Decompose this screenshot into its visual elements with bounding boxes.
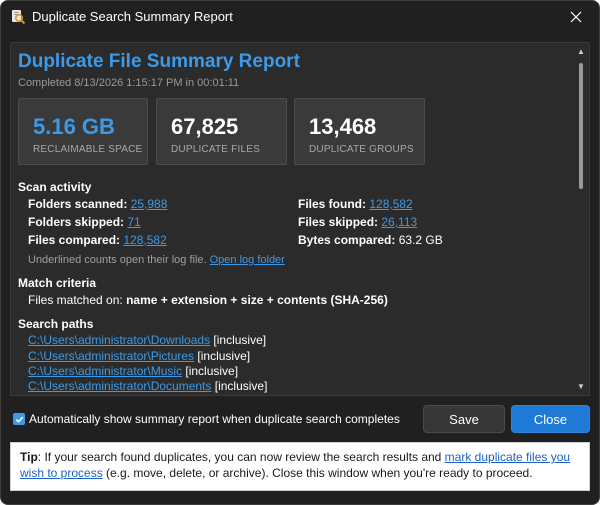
folders-skipped-label: Folders skipped: <box>28 215 125 229</box>
folders-skipped-row: Folders skipped: 71 <box>28 215 141 229</box>
reclaimable-space-label: RECLAIMABLE SPACE <box>33 144 143 155</box>
files-found-row: Files found: 128,582 <box>298 197 413 211</box>
search-paths-heading: Search paths <box>18 317 94 331</box>
folders-scanned-label: Folders scanned: <box>28 197 128 211</box>
auto-show-label: Automatically show summary report when d… <box>29 412 400 426</box>
tip-label: Tip <box>20 450 38 464</box>
search-path-row: C:\Users\administrator\Pictures [inclusi… <box>28 349 250 363</box>
folders-scanned-row: Folders scanned: 25,988 <box>28 197 167 211</box>
report-title: Duplicate File Summary Report <box>18 51 300 72</box>
files-skipped-row: Files skipped: 26,113 <box>298 215 417 229</box>
window-title: Duplicate Search Summary Report <box>32 9 233 24</box>
log-note-text: Underlined counts open their log file. <box>28 254 207 266</box>
tip-panel: Tip: If your search found duplicates, yo… <box>10 442 590 491</box>
checkbox-checked-icon[interactable] <box>13 413 25 425</box>
save-button[interactable]: Save <box>423 405 505 433</box>
report-scrollbar[interactable]: ▲ ▼ <box>576 45 586 393</box>
search-path-row: C:\Users\administrator\Downloads [inclus… <box>28 333 266 347</box>
dialog-window: Duplicate Search Summary Report Duplicat… <box>0 0 600 505</box>
auto-show-checkbox[interactable]: Automatically show summary report when d… <box>13 408 400 430</box>
match-criteria-row: Files matched on: name + extension + siz… <box>28 293 388 307</box>
files-compared-row: Files compared: 128,582 <box>28 233 167 247</box>
files-compared-link[interactable]: 128,582 <box>123 233 166 247</box>
duplicate-files-label: DUPLICATE FILES <box>171 144 260 155</box>
bytes-compared-row: Bytes compared: 63.2 GB <box>298 233 443 247</box>
tip-text-start: : If your search found duplicates, you c… <box>37 450 445 464</box>
reclaimable-space-value: 5.16 GB <box>33 114 115 139</box>
log-note: Underlined counts open their log file. O… <box>28 254 285 266</box>
files-skipped-label: Files skipped: <box>298 215 379 229</box>
match-criteria-prefix: Files matched on: <box>28 293 123 307</box>
search-path-link[interactable]: C:\Users\administrator\Documents <box>28 379 211 393</box>
duplicate-files-value: 67,825 <box>171 114 239 139</box>
search-path-link[interactable]: C:\Users\administrator\Pictures <box>28 349 194 363</box>
open-log-folder-link[interactable]: Open log folder <box>210 254 285 266</box>
match-criteria-value: name + extension + size + contents (SHA-… <box>126 293 388 307</box>
tip-text-end: (e.g. move, delete, or archive). Close t… <box>102 466 533 480</box>
completed-timestamp: Completed 8/13/2026 1:15:17 PM in 00:01:… <box>18 77 240 89</box>
search-path-mode: [inclusive] <box>185 364 239 378</box>
reclaimable-space-card: 5.16 GB RECLAIMABLE SPACE <box>18 98 148 165</box>
search-path-row: C:\Users\administrator\Music [inclusive] <box>28 364 238 378</box>
scroll-up-arrow-icon[interactable]: ▲ <box>577 47 585 56</box>
match-criteria-heading: Match criteria <box>18 276 97 290</box>
files-found-label: Files found: <box>298 197 366 211</box>
duplicate-groups-card: 13,468 DUPLICATE GROUPS <box>294 98 425 165</box>
duplicate-files-card: 67,825 DUPLICATE FILES <box>156 98 287 165</box>
scrollbar-thumb[interactable] <box>579 63 583 189</box>
folders-scanned-link[interactable]: 25,988 <box>131 197 168 211</box>
close-button[interactable]: Close <box>511 405 590 433</box>
folders-skipped-link[interactable]: 71 <box>127 215 140 229</box>
title-bar: Duplicate Search Summary Report <box>1 1 599 33</box>
files-found-link[interactable]: 128,582 <box>369 197 412 211</box>
close-icon <box>570 11 582 23</box>
files-compared-label: Files compared: <box>28 233 121 247</box>
bytes-compared-value: 63.2 GB <box>398 233 443 247</box>
search-path-link[interactable]: C:\Users\administrator\Music <box>28 364 182 378</box>
app-magnifier-icon <box>10 9 26 25</box>
scroll-down-arrow-icon[interactable]: ▼ <box>577 382 585 391</box>
search-path-mode: [inclusive] <box>213 333 267 347</box>
duplicate-groups-label: DUPLICATE GROUPS <box>309 144 414 155</box>
scan-activity-heading: Scan activity <box>18 180 92 194</box>
search-path-link[interactable]: C:\Users\administrator\Downloads <box>28 333 210 347</box>
search-path-mode: [inclusive] <box>197 349 251 363</box>
duplicate-groups-value: 13,468 <box>309 114 377 139</box>
files-skipped-link[interactable]: 26,113 <box>381 215 417 229</box>
close-window-button[interactable] <box>559 3 593 31</box>
report-panel: Duplicate File Summary Report Completed … <box>10 42 590 396</box>
search-path-mode: [inclusive] <box>214 379 268 393</box>
search-path-row: C:\Users\administrator\Documents [inclus… <box>28 379 267 393</box>
bytes-compared-label: Bytes compared: <box>298 233 396 247</box>
